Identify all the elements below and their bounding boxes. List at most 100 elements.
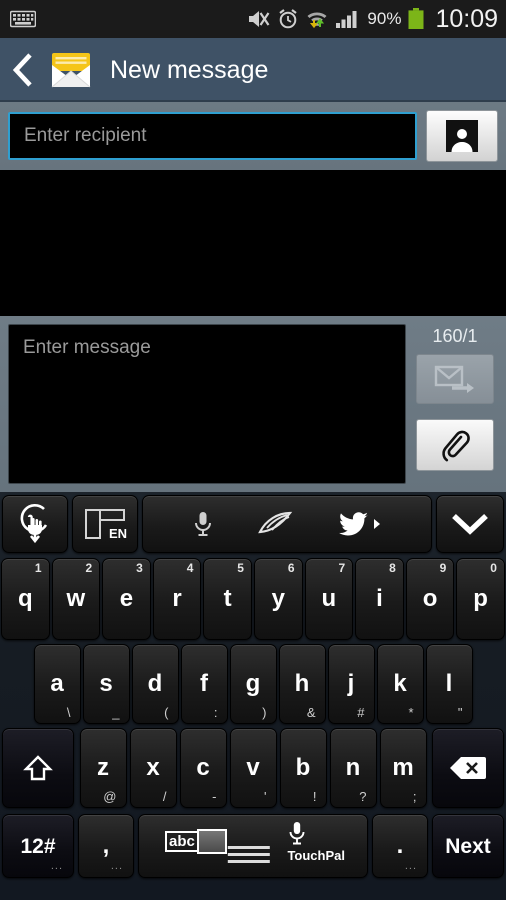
send-message-icon: [434, 364, 476, 394]
key-number-label: 9: [439, 561, 447, 575]
space-abc-indicator: abc: [165, 829, 227, 854]
key-label: n: [345, 754, 361, 781]
period-label: .: [396, 832, 404, 859]
key-symbol-label: ;: [412, 789, 417, 804]
collapse-chevron-down-icon: [451, 512, 489, 536]
comma-label: ,: [102, 832, 110, 859]
key-v[interactable]: v ': [229, 728, 277, 808]
key-u[interactable]: u7: [304, 558, 354, 640]
keyboard-row-2: a \ s _ d(f: g) h & j # k * l ": [0, 642, 506, 726]
send-button[interactable]: [416, 354, 494, 404]
key-i[interactable]: i8: [355, 558, 404, 640]
keyboard-icon: [10, 10, 36, 28]
shift-key[interactable]: [2, 728, 74, 808]
shift-arrow-icon: [23, 753, 53, 783]
recipient-input[interactable]: Enter recipient: [8, 112, 417, 160]
key-t[interactable]: t5: [203, 558, 252, 640]
mute-icon: [246, 8, 270, 30]
key-c[interactable]: c-: [179, 728, 227, 808]
key-symbol-label: \: [66, 705, 71, 720]
twitter-share-item[interactable]: [337, 511, 382, 537]
key-o[interactable]: o9: [405, 558, 455, 640]
attachment-paperclip-icon: [439, 428, 471, 462]
key-symbol-label: :: [213, 705, 218, 720]
key-number-label: 7: [338, 561, 346, 575]
key-label: d: [147, 670, 163, 697]
add-contact-button[interactable]: [426, 110, 498, 162]
keyboard-layout-icon: EN: [85, 509, 127, 541]
key-symbol-label: @: [103, 789, 117, 804]
message-input[interactable]: Enter message: [8, 324, 406, 484]
contacts-person-icon: [446, 120, 478, 152]
comma-key[interactable]: , ...: [78, 814, 134, 878]
key-d[interactable]: d(: [131, 644, 179, 724]
conversation-area: [0, 170, 506, 316]
key-label: b: [295, 754, 311, 781]
key-p[interactable]: p0: [456, 558, 505, 640]
key-e[interactable]: e3: [102, 558, 151, 640]
keyboard-row-1: q1w2e3r4t5y6u7i8o9p0: [0, 556, 506, 642]
key-m[interactable]: m;: [379, 728, 427, 808]
message-envelope-icon: [48, 49, 94, 91]
period-key[interactable]: . ...: [372, 814, 428, 878]
key-label: u: [321, 585, 337, 612]
clock-label: 10:09: [435, 4, 498, 33]
key-z[interactable]: z @: [79, 728, 127, 808]
key-n[interactable]: n?: [329, 728, 377, 808]
language-layout-key[interactable]: EN: [72, 495, 138, 553]
microphone-icon[interactable]: [192, 510, 214, 538]
hide-keyboard-key[interactable]: [436, 495, 504, 553]
key-a[interactable]: a \: [33, 644, 81, 724]
key-label: k: [393, 670, 407, 697]
numeric-symbol-label: 12#: [20, 834, 56, 858]
key-symbol-label: -: [212, 789, 217, 804]
key-label: a: [50, 670, 64, 697]
handwriting-pen-icon[interactable]: [256, 511, 294, 537]
keyboard-row-4: 12# ... , ... abc TouchPal . ... Next: [0, 812, 506, 882]
twitter-bird-icon: [337, 511, 369, 537]
page-title: New message: [110, 55, 269, 84]
key-w[interactable]: w2: [51, 558, 101, 640]
numeric-symbol-key[interactable]: 12# ...: [2, 814, 74, 878]
attach-button[interactable]: [416, 419, 494, 471]
battery-percent-label: 90%: [367, 9, 402, 28]
key-symbol-label: ': [264, 789, 267, 804]
key-x[interactable]: x /: [129, 728, 177, 808]
key-s[interactable]: s _: [82, 644, 130, 724]
key-b[interactable]: b!: [279, 728, 327, 808]
key-q[interactable]: q1: [1, 558, 50, 640]
space-key[interactable]: abc TouchPal: [138, 814, 368, 878]
back-button[interactable]: [0, 53, 46, 87]
key-label: g: [245, 670, 261, 697]
key-symbol-label: !: [312, 789, 317, 804]
backspace-key[interactable]: [432, 728, 504, 808]
key-f[interactable]: f:: [180, 644, 228, 724]
backspace-icon: [449, 755, 487, 781]
space-voice-input[interactable]: TouchPal: [287, 821, 345, 865]
language-label: EN: [108, 526, 127, 541]
key-j[interactable]: j #: [327, 644, 375, 724]
key-r[interactable]: r4: [152, 558, 202, 640]
space-abc-block: [196, 829, 227, 854]
comma-key-dots: ...: [110, 860, 123, 872]
key-number-label: 6: [287, 561, 295, 575]
key-y[interactable]: y6: [253, 558, 303, 640]
key-g[interactable]: g): [229, 644, 277, 724]
next-key[interactable]: Next: [432, 814, 504, 878]
key-symbol-label: #: [357, 705, 365, 720]
key-number-label: 5: [237, 561, 244, 575]
key-h[interactable]: h &: [278, 644, 326, 724]
swipe-gesture-key[interactable]: [2, 495, 68, 553]
key-label: q: [17, 585, 33, 612]
key-symbol-label: ": [457, 705, 463, 720]
phone-screen: 90% 10:09 New message Enter recipient En…: [0, 0, 506, 900]
key-symbol-label: &: [306, 705, 316, 720]
key-label: e: [119, 585, 134, 612]
key-number-label: 3: [136, 561, 143, 575]
key-k[interactable]: k *: [376, 644, 424, 724]
title-bar: New message: [0, 38, 506, 102]
space-brand-label: TouchPal: [287, 848, 345, 863]
key-l[interactable]: l ": [425, 644, 473, 724]
touchpal-keyboard: EN q 1 w 2 e 3 r 4 t 5 y 6 u 7 i 8 o 9 p…: [0, 492, 506, 900]
key-symbol-label: *: [408, 705, 414, 720]
